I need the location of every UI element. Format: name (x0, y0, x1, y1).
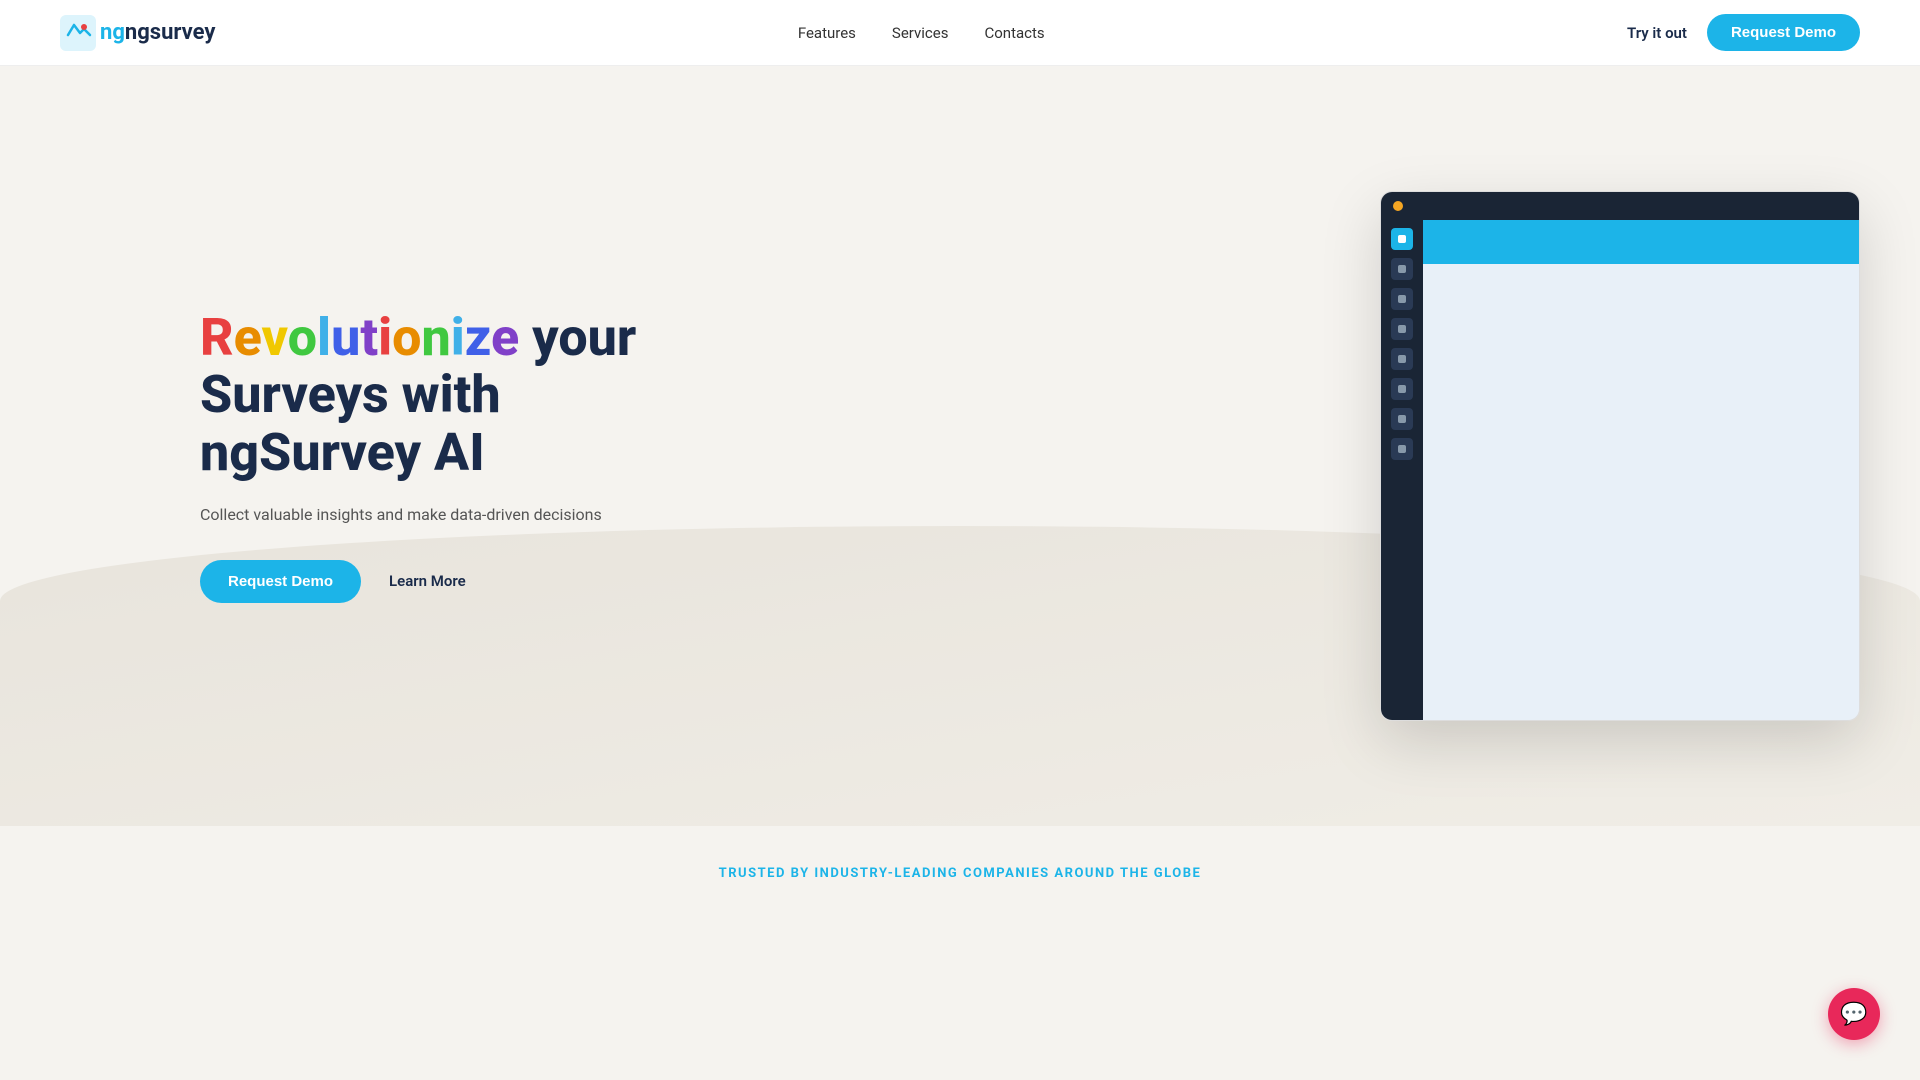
nav-links: Features Services Contacts (798, 23, 1045, 42)
app-screenshot (1380, 191, 1860, 721)
hero-section: Revolutionize your Surveys with ngSurvey… (0, 66, 1920, 826)
hero-title-rainbow: Revolutionize (200, 307, 519, 368)
sidebar-icon-1[interactable] (1391, 228, 1413, 250)
sidebar-icon-dot-5 (1398, 355, 1406, 363)
nav-request-demo-button[interactable]: Request Demo (1707, 14, 1860, 51)
sidebar-icon-5[interactable] (1391, 348, 1413, 370)
sidebar-icon-dot-3 (1398, 295, 1406, 303)
app-body (1381, 220, 1859, 720)
titlebar-dot (1393, 201, 1403, 211)
sidebar-icon-2[interactable] (1391, 258, 1413, 280)
app-titlebar (1381, 192, 1859, 220)
nav-item-services[interactable]: Services (892, 23, 949, 42)
sidebar-icon-dot-1 (1398, 235, 1406, 243)
navbar: ngngsurvey Features Services Contacts Tr… (0, 0, 1920, 66)
sidebar-icon-7[interactable] (1391, 408, 1413, 430)
nav-item-features[interactable]: Features (798, 23, 856, 42)
sidebar-icon-dot-6 (1398, 385, 1406, 393)
hero-title: Revolutionize your Surveys with ngSurvey… (200, 309, 636, 481)
sidebar-icon-dot-7 (1398, 415, 1406, 423)
logo-icon (60, 15, 96, 51)
chat-bubble-button[interactable]: 💬 (1828, 988, 1880, 1040)
chat-icon: 💬 (1840, 1002, 1867, 1027)
sidebar-icon-dot-2 (1398, 265, 1406, 273)
hero-title-line3: ngSurvey AI (200, 422, 485, 483)
sidebar-icon-3[interactable] (1391, 288, 1413, 310)
nav-link-services[interactable]: Services (892, 24, 949, 42)
hero-title-line2: Surveys with (200, 364, 501, 425)
sidebar-icon-dot-8 (1398, 445, 1406, 453)
logo[interactable]: ngngsurvey (60, 15, 216, 51)
try-it-out-link[interactable]: Try it out (1627, 24, 1687, 42)
nav-link-features[interactable]: Features (798, 24, 856, 42)
sidebar-icon-6[interactable] (1391, 378, 1413, 400)
trusted-label: TRUSTED BY INDUSTRY-LEADING COMPANIES AR… (60, 866, 1860, 881)
sidebar-icon-8[interactable] (1391, 438, 1413, 460)
app-main-content (1423, 264, 1859, 720)
app-main-header (1423, 220, 1859, 264)
app-main-area (1423, 220, 1859, 720)
nav-right: Try it out Request Demo (1627, 14, 1860, 51)
sidebar-icon-dot-4 (1398, 325, 1406, 333)
hero-buttons: Request Demo Learn More (200, 560, 636, 603)
trusted-section: TRUSTED BY INDUSTRY-LEADING COMPANIES AR… (0, 826, 1920, 901)
hero-subtitle: Collect valuable insights and make data-… (200, 505, 636, 524)
learn-more-link[interactable]: Learn More (389, 572, 466, 590)
hero-content: Revolutionize your Surveys with ngSurvey… (200, 309, 636, 603)
logo-text: ngngsurvey (100, 20, 216, 45)
sidebar-icon-4[interactable] (1391, 318, 1413, 340)
hero-app-screenshot-wrapper (1380, 191, 1860, 721)
nav-link-contacts[interactable]: Contacts (984, 24, 1044, 42)
nav-item-contacts[interactable]: Contacts (984, 23, 1044, 42)
hero-request-demo-button[interactable]: Request Demo (200, 560, 361, 603)
app-sidebar (1381, 220, 1423, 720)
